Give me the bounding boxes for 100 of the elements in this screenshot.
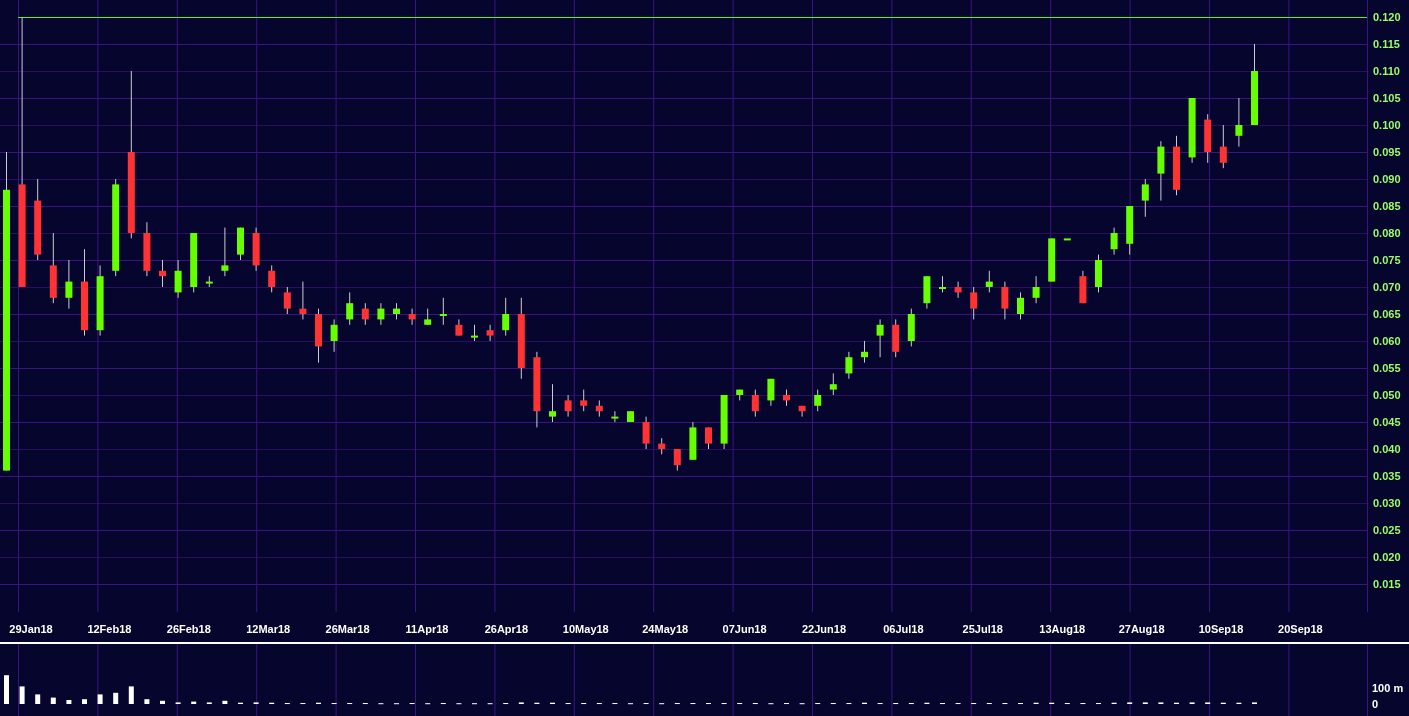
price-label: 0.030 (1373, 497, 1401, 509)
volume-bar (222, 700, 228, 704)
volume-bar (97, 694, 103, 704)
price-label: 0.055 (1373, 362, 1401, 374)
candlestick (1235, 97, 1243, 148)
candlestick (1032, 275, 1040, 304)
date-label: 12Mar18 (246, 623, 291, 635)
candlestick (1173, 135, 1180, 196)
date-label: 22Jun18 (802, 623, 846, 635)
date-label: 24May18 (642, 623, 689, 635)
price-label: 0.075 (1373, 254, 1401, 266)
candlestick (330, 318, 338, 353)
candlestick (455, 318, 463, 337)
price-label: 0.090 (1373, 173, 1401, 185)
candlestick (954, 281, 962, 299)
volume-bar (82, 699, 87, 704)
candlestick (408, 308, 416, 326)
candlestick (814, 389, 822, 412)
price-label: 0.070 (1373, 281, 1401, 293)
candlestick (1204, 113, 1212, 164)
candlestick (689, 421, 697, 461)
volume-bar (191, 701, 197, 704)
candlestick (439, 297, 447, 326)
candlestick (1095, 254, 1102, 293)
candlestick (1017, 291, 1024, 320)
date-label: 27Aug18 (1118, 623, 1165, 635)
price-label: 0.040 (1373, 443, 1401, 455)
volume-bar (128, 686, 134, 704)
date-label: 25Jul18 (962, 623, 1003, 635)
candlestick (299, 281, 307, 320)
date-label: 07Jun18 (722, 623, 767, 635)
volume-bar (4, 675, 9, 704)
price-label: 0.025 (1373, 524, 1401, 536)
candlestick (1141, 178, 1149, 218)
candlestick (720, 394, 728, 450)
price-label: 0.100 (1373, 119, 1401, 131)
volume-bar (66, 700, 72, 704)
candlestick (1126, 205, 1134, 256)
candlestick (1079, 270, 1087, 304)
candlestick (143, 221, 151, 277)
candlestick (65, 259, 73, 310)
candlestick (829, 372, 837, 396)
candlestick (907, 308, 915, 347)
volume-bar (19, 686, 25, 704)
candlestick (1219, 124, 1227, 169)
volume-label: 0 (1372, 698, 1379, 710)
date-label: 13Aug18 (1039, 623, 1086, 635)
price-label: 0.095 (1373, 146, 1401, 158)
candlestick (845, 351, 853, 380)
candlestick (611, 410, 619, 423)
candlestick (221, 227, 229, 277)
price-label: 0.050 (1373, 389, 1401, 401)
volume-bar (113, 692, 119, 704)
candlestick (159, 259, 166, 288)
candlestick (1110, 227, 1118, 256)
volume-bar (50, 697, 56, 704)
date-label: 29Jan18 (9, 623, 53, 635)
candlestick (923, 275, 931, 310)
price-label: 0.060 (1373, 335, 1401, 347)
price-label: 0.105 (1373, 92, 1401, 104)
candlestick (190, 232, 198, 293)
candlestick (424, 308, 432, 326)
date-label: 06Jul18 (883, 623, 924, 635)
candlestick (502, 297, 510, 337)
date-label: 26Apr18 (484, 623, 529, 635)
candlestick (939, 275, 946, 293)
price-label: 0.115 (1373, 38, 1400, 50)
price-label: 0.015 (1373, 578, 1401, 590)
price-label: 0.085 (1373, 200, 1401, 212)
candlestick (49, 232, 57, 304)
candlestick (595, 399, 603, 418)
candlestick (876, 318, 884, 358)
candlestick (798, 405, 806, 418)
candlestick (549, 383, 556, 423)
price-label: 0.045 (1373, 416, 1401, 428)
date-label: 10May18 (562, 623, 609, 635)
candlestick (861, 340, 868, 364)
candlestick (1188, 97, 1196, 164)
price-label: 0.110 (1373, 65, 1400, 77)
candlestick (252, 227, 260, 272)
candlestick (377, 302, 385, 326)
price-label: 0.035 (1373, 470, 1401, 482)
candlestick (736, 389, 744, 401)
candlestick (393, 302, 400, 320)
volume-bar (35, 694, 41, 704)
candlestick (174, 259, 182, 299)
candlestick (346, 291, 354, 326)
candlestick (237, 227, 244, 261)
candlestick (892, 318, 900, 358)
candlestick (205, 275, 213, 288)
volume-bar (160, 700, 165, 704)
volume-label: 100 m (1372, 682, 1404, 694)
candlestick (751, 389, 759, 418)
candlestick (283, 286, 291, 315)
candlestick (1001, 281, 1009, 320)
date-label: 11Apr18 (405, 623, 449, 635)
candlestick (471, 324, 478, 342)
price-label: 0.120 (1373, 11, 1401, 23)
date-label: 12Feb18 (87, 623, 132, 635)
date-label: 10Sep18 (1198, 623, 1244, 635)
